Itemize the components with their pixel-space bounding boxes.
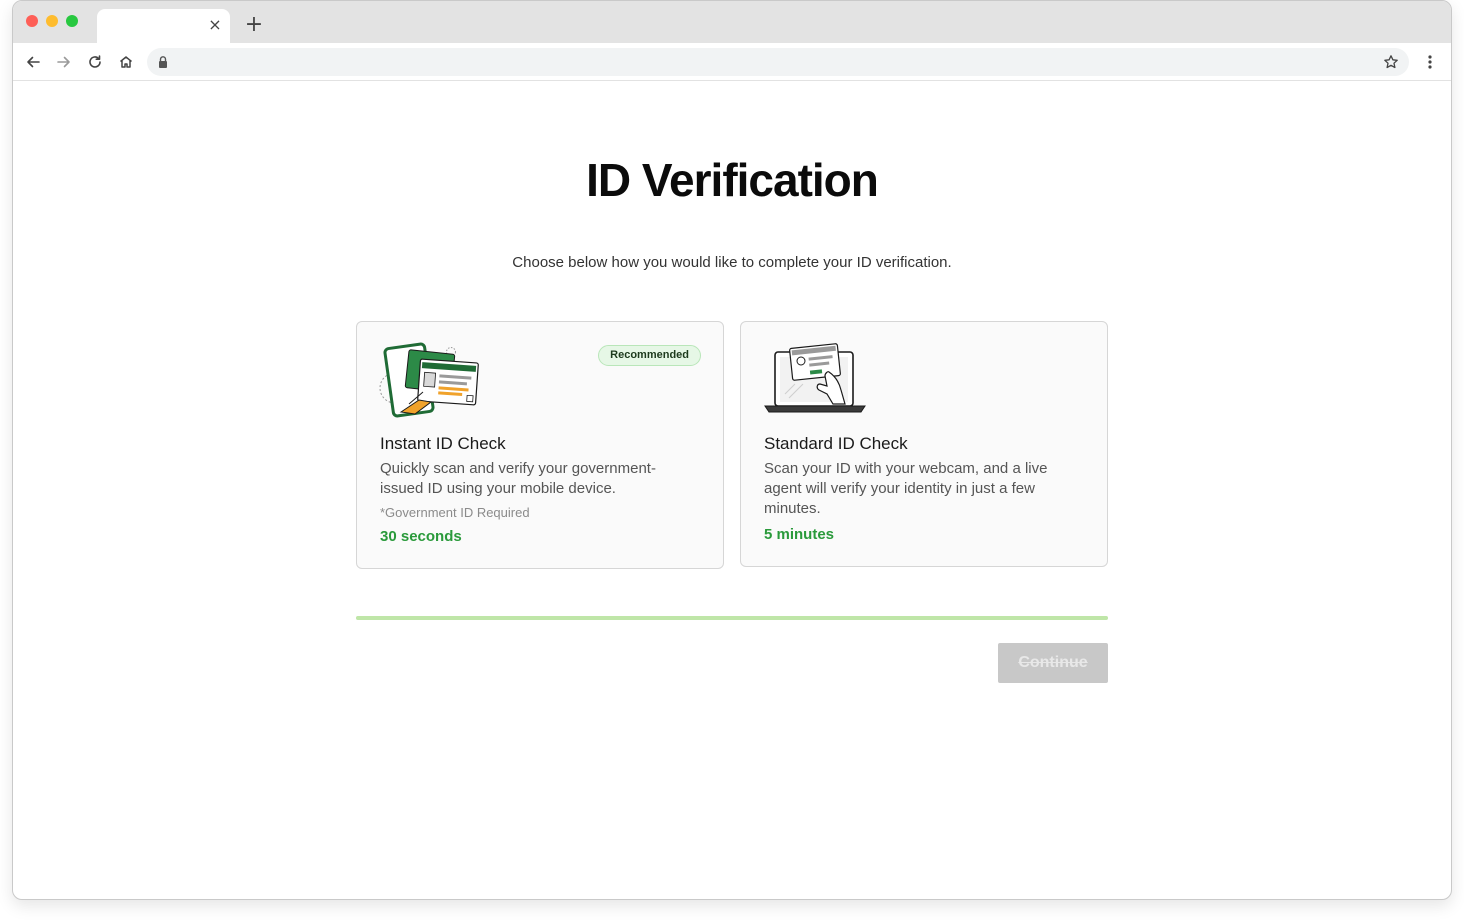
new-tab-icon[interactable]: + [243,14,265,36]
instant-id-check-title: Instant ID Check [380,434,506,453]
forward-arrow-icon[interactable] [53,51,75,73]
browser-toolbar [13,43,1451,81]
recommended-badge: Recommended [598,345,701,366]
instant-id-check-time: 30 seconds [380,528,462,545]
browser-window: × + ID Verification Choose below how you… [12,0,1452,900]
minimize-window-button[interactable] [46,15,58,27]
lock-icon [159,56,167,68]
url-input[interactable] [177,52,1377,72]
close-window-button[interactable] [26,15,38,27]
government-id-note: *Government ID Required [380,505,530,520]
tab-close-icon[interactable]: × [208,17,222,33]
page-subtitle: Choose below how you would like to compl… [512,254,952,271]
bookmark-star-icon[interactable] [1383,54,1399,70]
reload-icon[interactable] [84,51,106,73]
address-bar[interactable] [147,48,1409,76]
browser-menu-icon[interactable] [1419,51,1441,73]
continue-button[interactable]: Continue [998,643,1108,683]
browser-tab[interactable]: × [97,9,230,43]
home-icon[interactable] [115,51,137,73]
standard-id-check-option[interactable]: Standard ID Check Scan your ID with your… [740,321,1108,567]
maximize-window-button[interactable] [66,15,78,27]
instant-id-check-option[interactable]: Recommended Instant ID Check Quickly sca… [356,321,724,569]
back-arrow-icon[interactable] [22,51,44,73]
laptop-with-id-card-icon [764,343,866,413]
standard-id-check-time: 5 minutes [764,526,835,543]
page-title: ID Verification [586,154,879,206]
browser-titlebar: × + [13,1,1451,43]
instant-id-check-description: Quickly scan and verify your government-… [380,460,656,497]
phone-with-id-cards-icon [379,342,479,418]
progress-bar [356,616,1108,620]
standard-id-check-description: Scan your ID with your webcam, and a liv… [764,460,1048,517]
standard-id-check-title: Standard ID Check [764,434,908,453]
page-content: ID Verification Choose below how you wou… [13,82,1451,899]
progress-bar-fill [356,616,1108,620]
